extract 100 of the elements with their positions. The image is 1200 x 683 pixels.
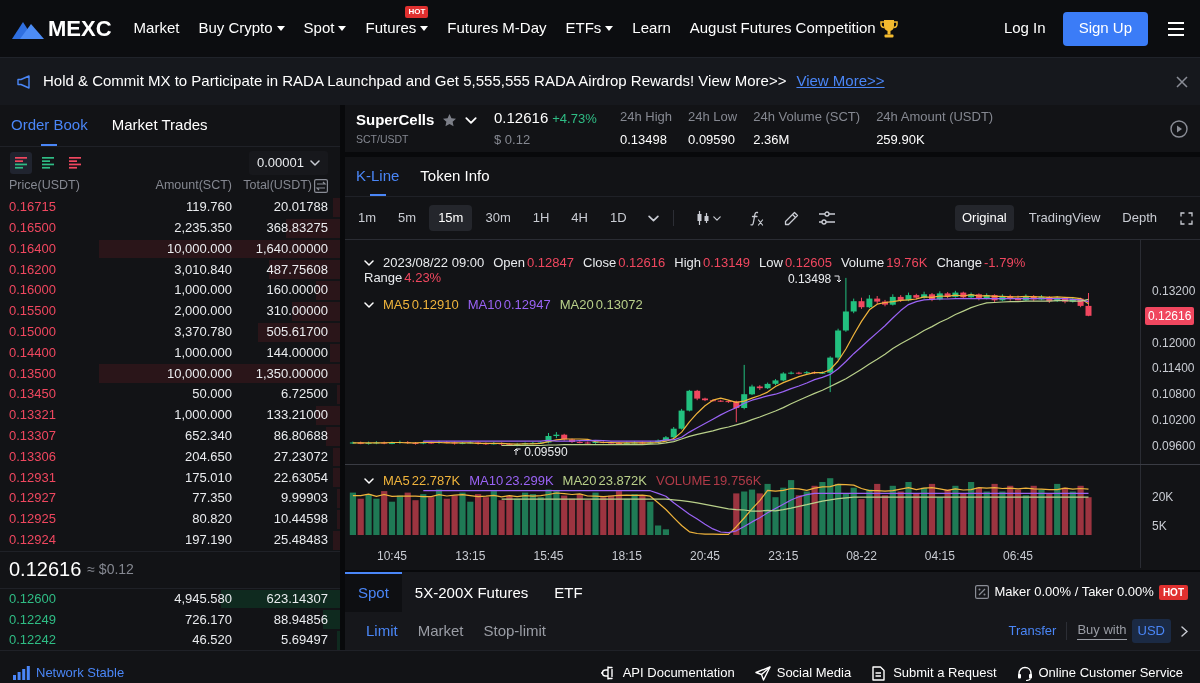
- legend-value: -1.79%: [984, 256, 1026, 270]
- time-axis-label: 08-22: [845, 548, 878, 564]
- market-price: 0.12616: [494, 108, 549, 128]
- series-value: 23.299K: [505, 474, 554, 488]
- series-name: MA10: [467, 298, 502, 312]
- price-cell-text: 0.13450: [9, 386, 57, 403]
- stat-label: 24h Low: [688, 108, 738, 125]
- stat-value: 0.09590: [688, 132, 737, 149]
- price-axis-label: 0.11400: [1152, 360, 1195, 377]
- time-axis-label: 13:15: [454, 548, 487, 564]
- low-price-label: 0.09590: [524, 445, 568, 460]
- time-axis-label: 23:15: [767, 548, 800, 564]
- amount-cell: 77.350: [192, 490, 232, 507]
- price-axis-label: 0.09600: [1152, 437, 1196, 454]
- legend-value: 0.13149: [703, 256, 751, 270]
- total-cell: 20.01788: [273, 199, 328, 216]
- amount-cell: 3,010.840: [174, 261, 232, 278]
- legend-value: 0.12616: [618, 256, 666, 270]
- total-cell: 6.72500: [281, 386, 328, 403]
- amount-cell: 2,235.350: [174, 220, 232, 237]
- series-value: 0.13072: [595, 298, 643, 312]
- amount-cell: 175.010: [185, 469, 232, 486]
- hot-tag: HOT: [405, 6, 429, 19]
- usd-price: $ 0.12: [494, 132, 532, 149]
- price-cell-text: 0.14400: [9, 344, 57, 362]
- total-cell: 25.48483: [273, 532, 328, 549]
- fee-rates: Maker 0.00% / Taker 0.00%: [994, 583, 1154, 601]
- series-value: 0.12947: [503, 298, 551, 312]
- legend-label: Close: [583, 256, 617, 270]
- time-axis-label: 18:15: [610, 548, 643, 564]
- total-cell: 310.00000: [266, 303, 328, 320]
- series-value: 19.756K: [712, 474, 762, 488]
- price-cell-text: 0.16000: [9, 282, 57, 299]
- series-name: MA20: [559, 298, 594, 312]
- total-cell: 9.99903: [281, 490, 328, 507]
- amount-cell: 46.520: [192, 632, 232, 649]
- stat-label: 24h Volume (SCT): [753, 108, 861, 125]
- pair-label: SCT/USDT: [356, 132, 410, 146]
- volume-axis-label: 20K: [1152, 489, 1174, 506]
- price-cell-text: 0.16500: [9, 220, 57, 237]
- amount-cell: 80.820: [192, 511, 232, 528]
- series-name: MA5: [383, 474, 410, 488]
- column-header: Price(USDT): [9, 178, 81, 194]
- amount-cell: 197.190: [185, 532, 232, 549]
- price-cell-text: 0.15500: [9, 303, 57, 320]
- current-price-tag: 0.12616: [1145, 306, 1195, 325]
- amount-cell: 10,000.000: [166, 365, 232, 382]
- time-axis-label: 10:45: [376, 548, 408, 564]
- last-price: 0.12616: [9, 557, 82, 583]
- total-cell: 623.14307: [266, 590, 328, 608]
- legend-value: 4.23%: [404, 271, 442, 285]
- price-cell-text: 0.12925: [9, 511, 57, 528]
- price-axis-label: 0.10800: [1152, 386, 1196, 403]
- total-cell: 5.69497: [281, 632, 328, 649]
- legend-label: Change: [936, 256, 982, 270]
- amount-cell: 1,000.000: [174, 344, 232, 362]
- price-cell-text: 0.12931: [9, 469, 57, 486]
- amount-cell: 4,945.580: [174, 590, 232, 608]
- column-header: Amount(SCT): [155, 178, 232, 194]
- legend-label: Low: [759, 256, 783, 270]
- total-cell: 505.61700: [266, 324, 328, 341]
- total-cell: 1,350.00000: [255, 365, 328, 382]
- series-name: MA10: [469, 474, 504, 488]
- price-cell-text: 0.13306: [9, 448, 57, 466]
- amount-cell: 50.000: [192, 386, 232, 403]
- series-name: MA20: [562, 474, 597, 488]
- price-cell-text: 0.15000: [9, 324, 57, 341]
- amount-cell: 1,000.000: [174, 407, 232, 424]
- total-cell: 10.44598: [273, 511, 328, 528]
- legend-value: 19.76K: [886, 256, 928, 270]
- amount-cell: 10,000.000: [166, 240, 232, 258]
- total-cell: 86.80688: [273, 428, 328, 445]
- amount-cell: 652.340: [185, 428, 232, 445]
- total-cell: 160.00000: [266, 282, 328, 299]
- legend-label: Volume: [840, 256, 885, 270]
- candle-time: 2023/08/22 09:00: [383, 256, 485, 270]
- usd-price: ≈ $0.12: [87, 560, 134, 579]
- amount-cell: 204.650: [185, 448, 232, 466]
- total-cell: 368.83275: [266, 220, 328, 237]
- price-axis-label: 0.13200: [1152, 282, 1196, 299]
- total-cell: 144.00000: [266, 344, 328, 362]
- total-cell: 27.23072: [273, 448, 328, 466]
- price-cell-text: 0.12242: [9, 632, 57, 649]
- volume-axis-label: 5K: [1152, 517, 1167, 534]
- legend-label: Open: [493, 256, 526, 270]
- column-header: Total(USDT): [243, 178, 312, 194]
- total-cell: 487.75608: [266, 261, 328, 278]
- time-axis-label: 15:45: [532, 548, 565, 564]
- legend-value: 0.12847: [527, 256, 575, 270]
- price-cell-text: 0.12600: [9, 590, 57, 608]
- price-cell-text: 0.12249: [9, 611, 57, 628]
- price-cell-text: 0.16400: [9, 240, 57, 258]
- series-value: 0.12910: [411, 298, 459, 312]
- price-cell-text: 0.13307: [9, 428, 57, 445]
- price-cell-text: 0.12924: [9, 532, 57, 549]
- total-cell: 133.21000: [266, 407, 328, 424]
- series-value: 22.787K: [411, 474, 461, 488]
- high-price-label: 0.13498: [787, 271, 832, 286]
- stat-value: 259.90K: [876, 132, 926, 149]
- legend-value: 0.12605: [784, 256, 832, 270]
